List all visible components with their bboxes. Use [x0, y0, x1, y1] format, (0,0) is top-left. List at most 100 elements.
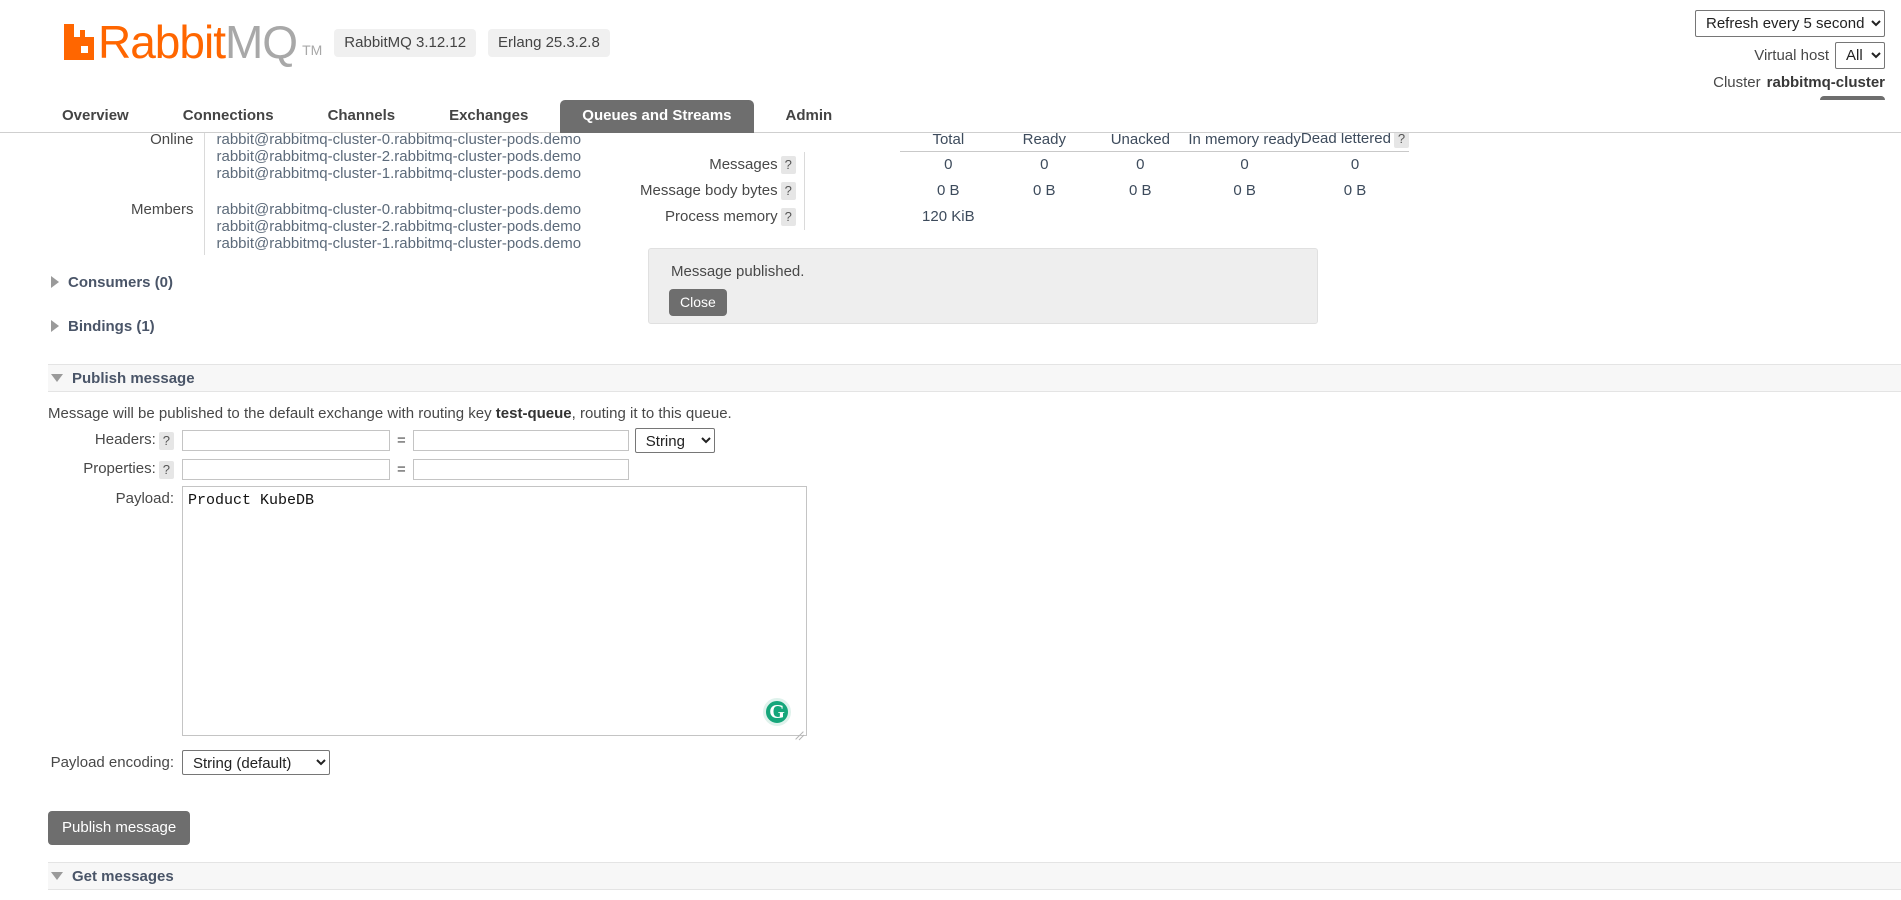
online-row: Online rabbit@rabbitmq-cluster-0.rabbitm…	[112, 128, 581, 185]
payload-encoding-row: Payload encoding: String (default)	[0, 750, 807, 775]
header-key-input[interactable]	[182, 430, 390, 451]
payload-encoding-label: Payload encoding:	[0, 754, 182, 771]
tab-admin[interactable]: Admin	[764, 100, 855, 133]
publish-result-notice: Message published. Close	[648, 248, 1318, 324]
refresh-interval-select[interactable]: Refresh every 5 seconds	[1695, 10, 1885, 37]
stats-row-process-memory: Process memory? 120 KiB	[640, 204, 1409, 230]
stats-cell: 0 B	[1301, 178, 1409, 204]
publish-message-button[interactable]: Publish message	[48, 811, 190, 845]
process-memory-value: 120 KiB	[900, 204, 996, 230]
properties-label-cell: Properties:?	[0, 460, 182, 478]
member-node-link[interactable]: rabbit@rabbitmq-cluster-0.rabbitmq-clust…	[217, 201, 582, 218]
section-consumers-label: Consumers (0)	[68, 274, 173, 291]
stats-cell: 0 B	[900, 178, 996, 204]
stats-row-label: Messages?	[640, 152, 804, 178]
grammarly-icon[interactable]: G	[763, 698, 791, 726]
chevron-down-icon	[51, 872, 63, 880]
refresh-row: Refresh every 5 seconds	[1695, 10, 1885, 37]
tab-exchanges[interactable]: Exchanges	[427, 100, 550, 133]
section-publish-message[interactable]: Publish message	[48, 364, 1901, 392]
headers-equals-sign: =	[397, 432, 406, 449]
headers-row: Headers:? = String	[0, 428, 807, 453]
stats-cell: 0	[900, 152, 996, 178]
chevron-down-icon	[51, 374, 63, 382]
queue-nodes-table: Online rabbit@rabbitmq-cluster-0.rabbitm…	[112, 128, 581, 255]
notice-close-button[interactable]: Close	[669, 289, 727, 316]
message-body-bytes-label: Message body bytes	[640, 182, 778, 199]
messages-help-icon[interactable]: ?	[781, 156, 796, 174]
members-label: Members	[112, 185, 204, 255]
grammarly-glyph: G	[769, 702, 785, 722]
tab-connections[interactable]: Connections	[161, 100, 296, 133]
stats-cell: 0	[1301, 152, 1409, 178]
member-node-link[interactable]: rabbit@rabbitmq-cluster-2.rabbitmq-clust…	[217, 218, 582, 235]
stats-row-messages: Messages? 0 0 0 0 0	[640, 152, 1409, 178]
stats-cell: 0	[1188, 152, 1301, 178]
publish-message-form: Headers:? = String Properties:? = Payloa…	[0, 428, 807, 775]
nav-tab-list: Overview Connections Channels Exchanges …	[0, 100, 1901, 133]
app-header: RabbitMQTM RabbitMQ 3.12.12 Erlang 25.3.…	[0, 0, 1901, 133]
process-memory-help-icon[interactable]: ?	[781, 208, 796, 226]
vhost-select[interactable]: All	[1835, 42, 1885, 69]
stats-cell: 0	[1092, 152, 1188, 178]
header-value-input[interactable]	[413, 430, 629, 451]
online-node-link[interactable]: rabbit@rabbitmq-cluster-1.rabbitmq-clust…	[217, 165, 582, 182]
stats-cell: 0	[996, 152, 1092, 178]
payload-encoding-select[interactable]: String (default)	[182, 750, 330, 775]
online-node-link[interactable]: rabbit@rabbitmq-cluster-0.rabbitmq-clust…	[217, 131, 582, 148]
stats-row-label: Process memory?	[640, 204, 804, 230]
messages-label: Messages	[709, 156, 777, 173]
payload-row: Payload: G	[0, 486, 807, 740]
logo-tm-text: TM	[302, 42, 322, 58]
vhost-label: Virtual host	[1754, 47, 1829, 64]
message-body-bytes-help-icon[interactable]: ?	[781, 182, 796, 200]
properties-label: Properties:	[83, 460, 156, 477]
notice-message: Message published.	[671, 263, 804, 280]
online-nodes-cell: rabbit@rabbitmq-cluster-0.rabbitmq-clust…	[204, 128, 581, 185]
tab-queues-and-streams[interactable]: Queues and Streams	[560, 100, 753, 133]
chevron-right-icon	[51, 320, 59, 332]
tab-overview[interactable]: Overview	[40, 100, 151, 133]
properties-help-icon[interactable]: ?	[159, 461, 174, 479]
stats-row-label: Message body bytes?	[640, 178, 804, 204]
stats-row-message-body-bytes: Message body bytes? 0 B 0 B 0 B 0 B 0 B	[640, 178, 1409, 204]
stats-cell: 0 B	[1092, 178, 1188, 204]
section-get-messages-label: Get messages	[72, 868, 174, 885]
payload-label: Payload:	[0, 486, 182, 507]
textarea-resize-handle[interactable]	[793, 726, 805, 738]
publish-desc-suffix: , routing it to this queue.	[572, 405, 732, 422]
rabbitmq-logo[interactable]: RabbitMQTM RabbitMQ 3.12.12 Erlang 25.3.…	[62, 22, 610, 62]
online-node-link[interactable]: rabbit@rabbitmq-cluster-2.rabbitmq-clust…	[217, 148, 582, 165]
cluster-label: Cluster	[1713, 74, 1761, 91]
rabbit-logo-icon	[62, 22, 96, 62]
payload-textarea[interactable]	[182, 486, 807, 736]
property-value-input[interactable]	[413, 459, 629, 480]
headers-help-icon[interactable]: ?	[159, 432, 174, 450]
properties-row: Properties:? =	[0, 459, 807, 480]
logo-rabbit-text: Rabbit	[98, 22, 225, 62]
queue-stats-table: Total Ready Unacked In memory ready Dead…	[640, 128, 1409, 230]
header-type-select[interactable]: String	[635, 428, 715, 453]
member-nodes-cell: rabbit@rabbitmq-cluster-0.rabbitmq-clust…	[204, 185, 581, 255]
chevron-right-icon	[51, 276, 59, 288]
rabbitmq-management-page: Online rabbit@rabbitmq-cluster-0.rabbitm…	[0, 0, 1901, 900]
publish-routing-key: test-queue	[496, 405, 572, 422]
payload-wrapper: G	[182, 486, 807, 740]
page-body: Online rabbit@rabbitmq-cluster-0.rabbitm…	[0, 0, 1901, 900]
publish-description: Message will be published to the default…	[48, 405, 732, 422]
erlang-version-badge: Erlang 25.3.2.8	[488, 29, 610, 57]
section-bindings-label: Bindings (1)	[68, 318, 155, 335]
publish-desc-prefix: Message will be published to the default…	[48, 405, 496, 422]
member-node-link[interactable]: rabbit@rabbitmq-cluster-1.rabbitmq-clust…	[217, 235, 582, 252]
stats-cell: 0 B	[996, 178, 1092, 204]
tab-channels[interactable]: Channels	[306, 100, 418, 133]
online-label: Online	[112, 128, 204, 185]
headers-label: Headers:	[95, 431, 156, 448]
members-row: Members rabbit@rabbitmq-cluster-0.rabbit…	[112, 185, 581, 255]
cluster-name: rabbitmq-cluster	[1767, 74, 1885, 91]
headers-label-cell: Headers:?	[0, 431, 182, 449]
logo-mq-text: MQ	[225, 22, 297, 62]
section-get-messages[interactable]: Get messages	[48, 862, 1901, 890]
main-navigation: Overview Connections Channels Exchanges …	[0, 100, 1901, 133]
property-key-input[interactable]	[182, 459, 390, 480]
